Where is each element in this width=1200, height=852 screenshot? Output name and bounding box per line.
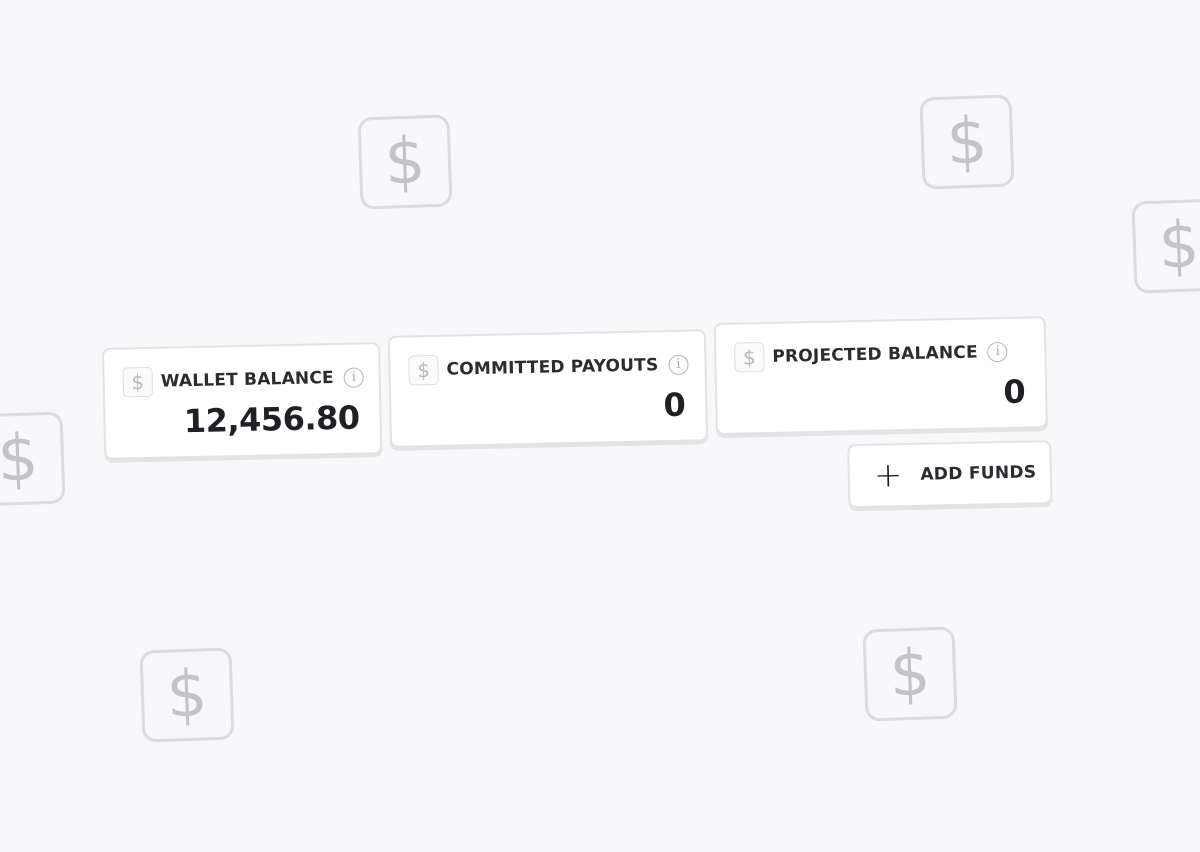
wallet-balance-card: $ WALLET BALANCE i 12,456.80: [102, 342, 383, 460]
projected-balance-header: $ PROJECTED BALANCE i: [734, 337, 1008, 373]
wallet-balance-title: WALLET BALANCE: [160, 368, 335, 392]
balance-panel: $ WALLET BALANCE i 12,456.80 $ COMMITTED…: [0, 0, 1200, 852]
projected-balance-value: 0: [1002, 372, 1026, 412]
dollar-sign-icon: $: [408, 354, 439, 386]
plus-icon: +: [873, 455, 903, 496]
projected-balance-card: $ PROJECTED BALANCE i 0: [713, 316, 1048, 436]
dollar-sign-icon: $: [122, 366, 154, 398]
wallet-balance-value: 12,456.80: [183, 398, 360, 441]
dollar-sign-icon: $: [734, 342, 765, 373]
add-funds-label: ADD FUNDS: [920, 462, 1037, 485]
committed-payouts-title: COMMITTED PAYOUTS: [446, 355, 659, 380]
info-icon[interactable]: i: [343, 367, 365, 388]
projected-balance-title: PROJECTED BALANCE: [772, 342, 978, 367]
wallet-balance-header: $ WALLET BALANCE i: [122, 362, 365, 398]
info-icon[interactable]: i: [987, 341, 1008, 363]
add-funds-button[interactable]: + ADD FUNDS: [847, 440, 1053, 509]
committed-payouts-value: 0: [663, 385, 686, 425]
committed-payouts-card: $ COMMITTED PAYOUTS i 0: [387, 329, 709, 448]
info-icon[interactable]: i: [668, 354, 689, 376]
committed-payouts-header: $ COMMITTED PAYOUTS i: [408, 350, 689, 386]
